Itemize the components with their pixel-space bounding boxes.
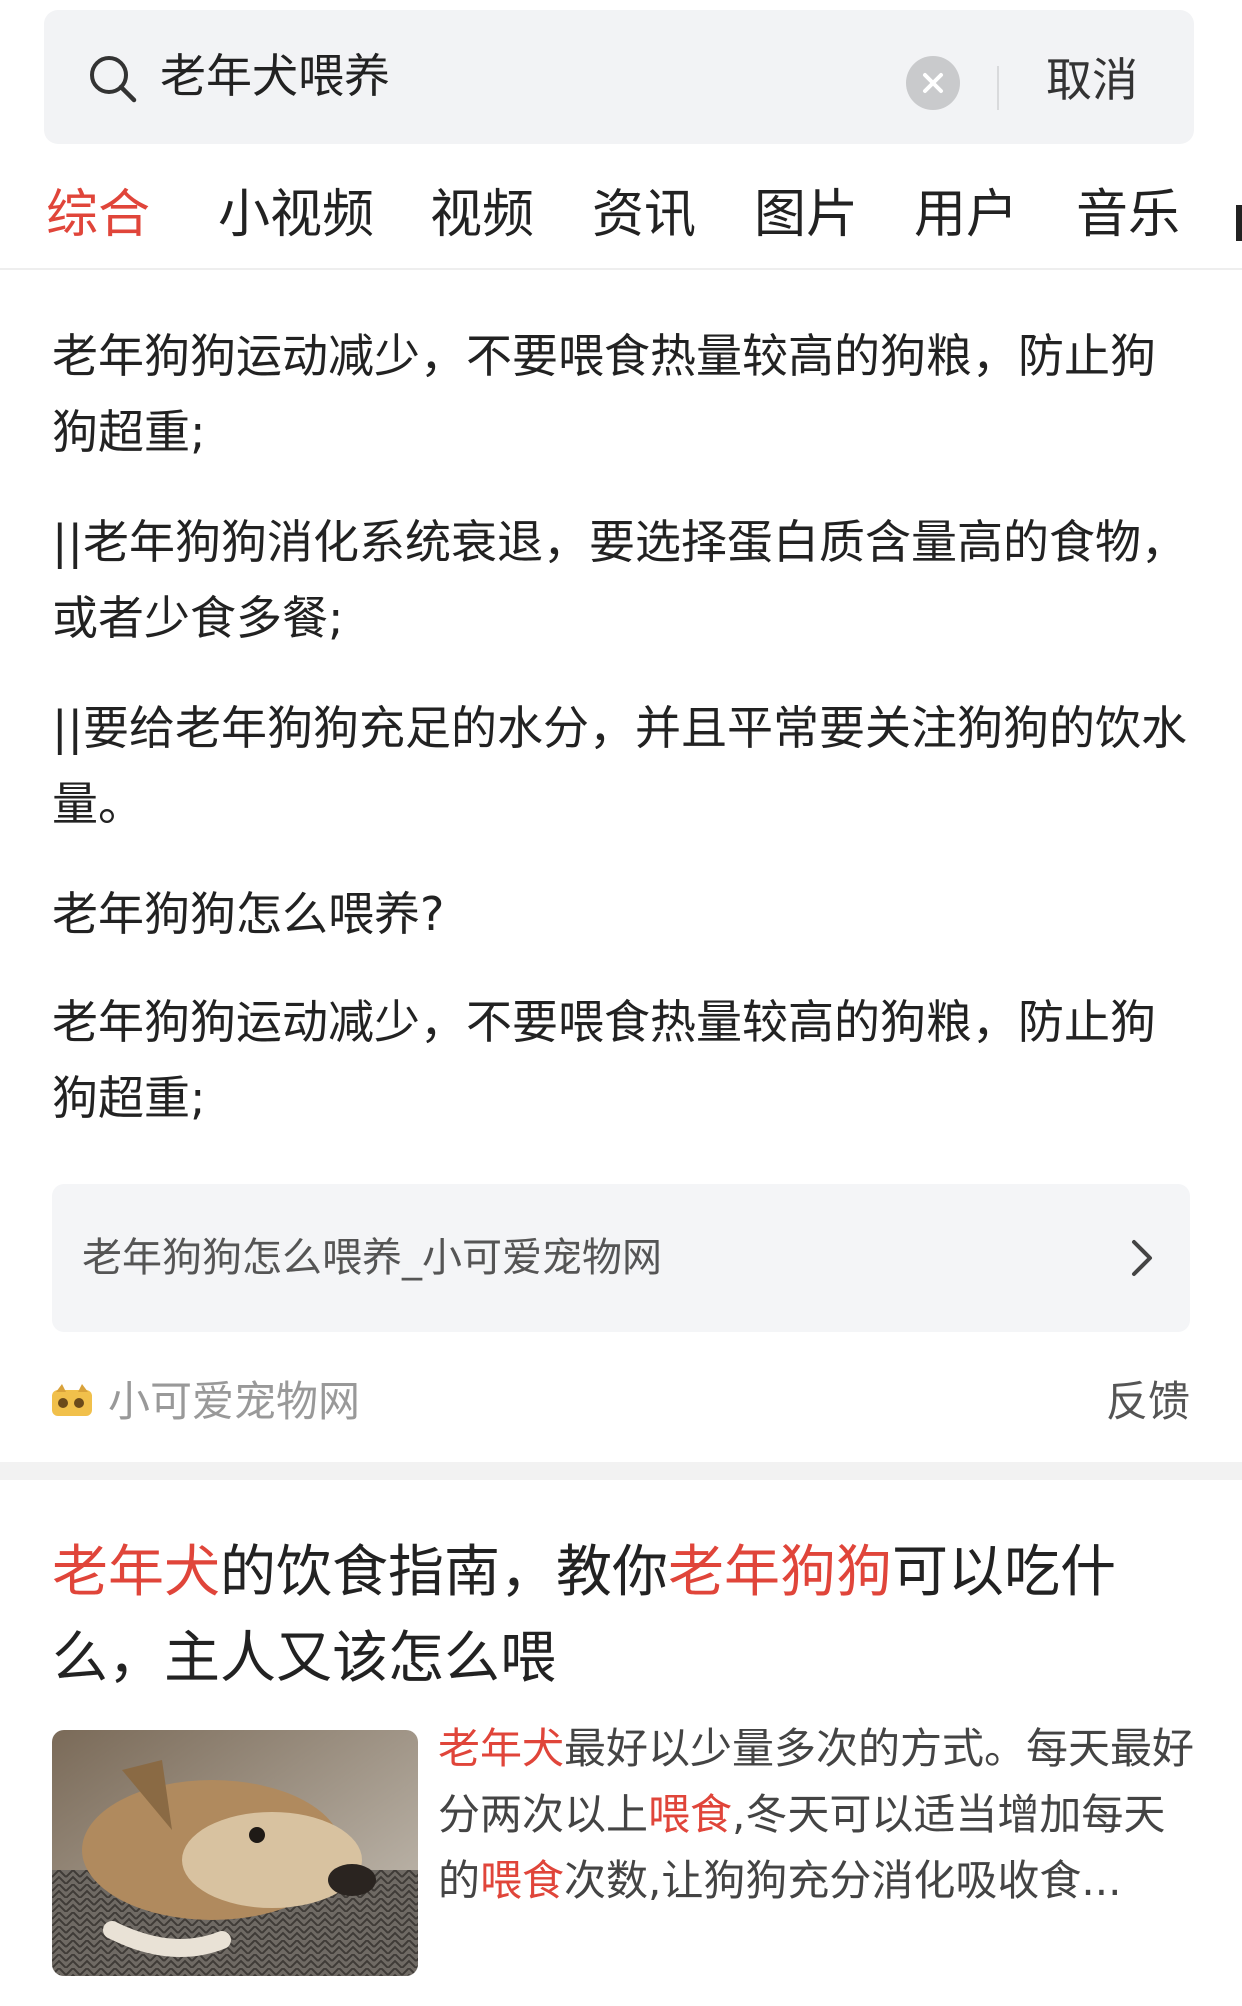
result-title-link[interactable]: 老年犬的饮食指南，教你老年狗狗可以吃什么，主人又该怎么喂 bbox=[52, 1530, 1192, 1702]
highlighted-keyword: 老年犬 bbox=[52, 1540, 220, 1605]
result-paragraph: ||要给老年狗狗充足的水分，并且平常要关注狗狗的饮水量。 bbox=[52, 701, 1187, 831]
search-tabs: 综合 小视频 视频 资讯 图片 用户 音乐 bbox=[0, 170, 1242, 270]
search-separator bbox=[997, 66, 999, 110]
site-logo-icon bbox=[52, 1384, 92, 1416]
clear-search-button[interactable] bbox=[906, 56, 960, 110]
cancel-button[interactable]: 取消 bbox=[1046, 50, 1138, 110]
search-icon bbox=[90, 56, 137, 103]
highlighted-keyword: 喂食 bbox=[648, 1790, 733, 1839]
tab-users[interactable]: 用户 bbox=[914, 180, 1018, 250]
result-meta: 小可爱宠物网 反馈 bbox=[52, 1372, 1190, 1432]
close-icon bbox=[923, 73, 943, 93]
result-paragraph: 老年狗狗运动减少，不要喂食热量较高的狗粮，防止狗狗超重; bbox=[52, 995, 1156, 1125]
tab-overflow-indicator bbox=[1236, 205, 1242, 241]
tab-video[interactable]: 视频 bbox=[430, 180, 534, 250]
tab-music[interactable]: 音乐 bbox=[1076, 180, 1180, 250]
highlighted-keyword: 老年犬 bbox=[438, 1724, 565, 1773]
search-input[interactable]: 老年犬喂养 bbox=[160, 46, 390, 106]
snippet-text: 的饮食指南，教你 bbox=[220, 1540, 668, 1605]
tabs-divider bbox=[0, 268, 1242, 270]
tab-comprehensive[interactable]: 综合 bbox=[46, 180, 150, 250]
tab-news[interactable]: 资讯 bbox=[592, 180, 696, 250]
tab-short-video[interactable]: 小视频 bbox=[218, 180, 374, 250]
source-link-text: 老年狗狗怎么喂养_小可爱宠物网 bbox=[82, 1235, 662, 1281]
dog-thumbnail-image[interactable] bbox=[52, 1730, 418, 1976]
result-snippet: 老年犬最好以少量多次的方式。每天最好分两次以上喂食,冬天可以适当增加每天的喂食次… bbox=[438, 1716, 1198, 1914]
site-name[interactable]: 小可爱宠物网 bbox=[108, 1372, 360, 1432]
result-divider bbox=[0, 1462, 1242, 1480]
highlighted-keyword: 老年狗狗 bbox=[668, 1540, 892, 1605]
result-paragraph: 老年狗狗运动减少，不要喂食热量较高的狗粮，防止狗狗超重; bbox=[52, 329, 1156, 459]
source-link-card[interactable]: 老年狗狗怎么喂养_小可爱宠物网 bbox=[52, 1184, 1190, 1332]
snippet-text: 次数,让狗狗充分消化吸收食... bbox=[564, 1856, 1122, 1905]
result-question: 老年狗狗怎么喂养? bbox=[52, 887, 445, 941]
result-paragraph: ||老年狗狗消化系统衰退，要选择蛋白质含量高的食物，或者少食多餐; bbox=[52, 515, 1187, 645]
search-bar[interactable]: 老年犬喂养 取消 bbox=[44, 10, 1194, 144]
chevron-right-icon bbox=[1132, 1240, 1152, 1276]
tab-images[interactable]: 图片 bbox=[754, 180, 858, 250]
highlighted-keyword: 喂食 bbox=[480, 1856, 565, 1905]
feedback-button[interactable]: 反馈 bbox=[1106, 1372, 1190, 1432]
